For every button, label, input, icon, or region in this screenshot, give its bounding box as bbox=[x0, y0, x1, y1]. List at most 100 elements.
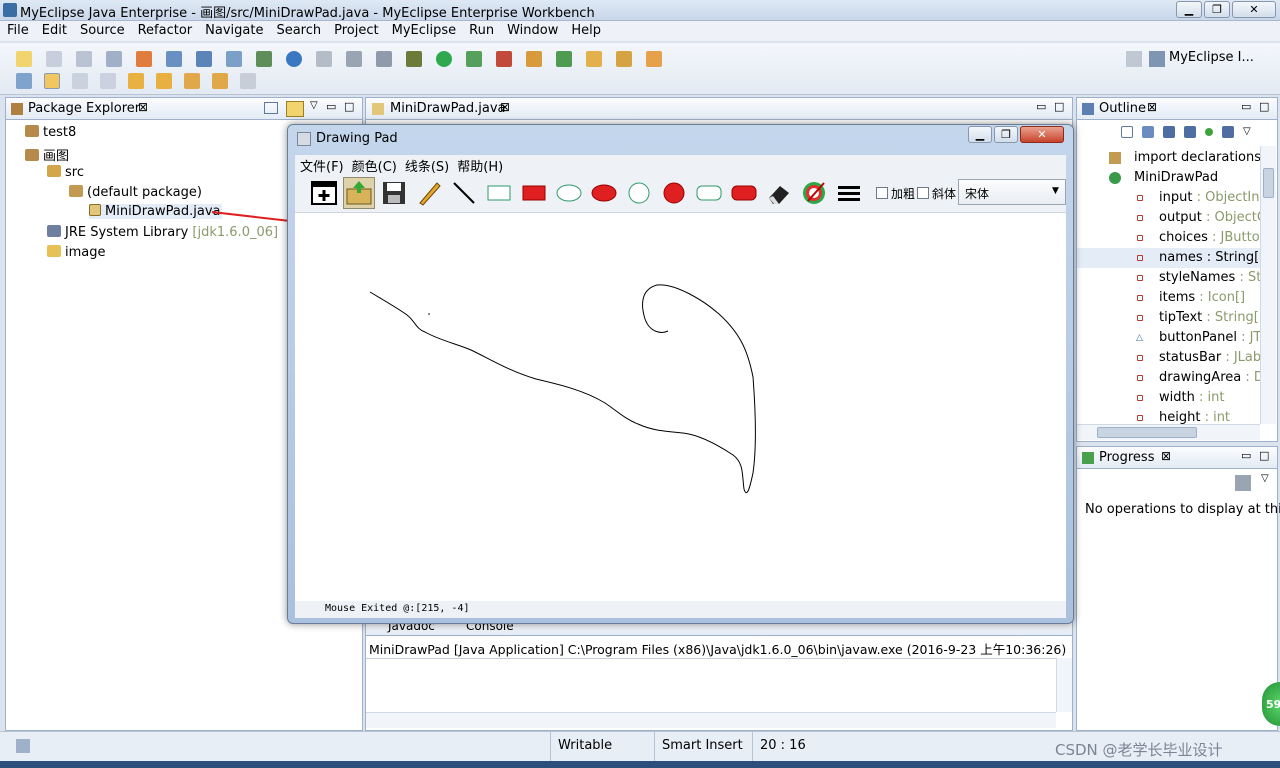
pencil-button[interactable] bbox=[413, 177, 445, 209]
perspective-label[interactable]: MyEclipse I... bbox=[1169, 50, 1254, 65]
open-file-button[interactable] bbox=[343, 177, 375, 209]
view-menu-icon[interactable]: ▽ bbox=[310, 100, 318, 111]
fast-view-icon[interactable] bbox=[16, 739, 30, 753]
prev-annotation-icon[interactable] bbox=[156, 73, 172, 89]
package-explorer-tab[interactable]: Package Explorer bbox=[28, 101, 140, 116]
link-editor-icon[interactable] bbox=[286, 101, 304, 117]
color-button[interactable] bbox=[798, 177, 830, 209]
close-tab-icon[interactable]: ⊠ bbox=[1147, 100, 1157, 114]
view-menu-icon[interactable]: ▽ bbox=[1243, 126, 1251, 142]
menu-project[interactable]: Project bbox=[327, 21, 384, 38]
collapse-all-icon[interactable] bbox=[264, 102, 278, 114]
scroll-thumb[interactable] bbox=[1263, 168, 1274, 198]
outline-hscrollbar[interactable] bbox=[1077, 424, 1260, 440]
editor-tab-minidrawpad[interactable]: MiniDrawPad.java bbox=[390, 101, 505, 116]
rect-button[interactable] bbox=[483, 177, 515, 209]
block-selection-icon[interactable] bbox=[72, 73, 88, 89]
web-icon[interactable] bbox=[196, 51, 212, 67]
tree-item-test8[interactable]: test8 bbox=[25, 125, 76, 140]
outline-vscrollbar[interactable] bbox=[1260, 146, 1276, 424]
open-perspective-icon[interactable] bbox=[1126, 51, 1142, 67]
minimize-view-icon[interactable]: ▭ bbox=[326, 100, 336, 113]
maximize-button[interactable]: ❐ bbox=[1204, 1, 1230, 18]
minimize-view-icon[interactable]: ▭ bbox=[1241, 100, 1251, 113]
hide-static-icon[interactable] bbox=[1184, 126, 1196, 138]
console-vscrollbar[interactable] bbox=[1056, 658, 1072, 712]
pin-editor-icon[interactable] bbox=[16, 73, 32, 89]
run-coverage-icon[interactable] bbox=[466, 51, 482, 67]
menu-refactor[interactable]: Refactor bbox=[131, 21, 199, 38]
minimize-view-icon[interactable]: ▭ bbox=[1036, 100, 1046, 113]
open-browser-icon[interactable] bbox=[166, 51, 182, 67]
print-icon[interactable] bbox=[106, 51, 122, 67]
minimize-view-icon[interactable]: ▭ bbox=[1241, 449, 1251, 462]
search-icon[interactable] bbox=[616, 51, 632, 67]
wizard-icon[interactable] bbox=[226, 51, 242, 67]
camera-icon[interactable] bbox=[376, 51, 392, 67]
pad-minimize-button[interactable]: ▁ bbox=[968, 126, 992, 143]
circle-button[interactable] bbox=[623, 177, 655, 209]
pad-maximize-button[interactable]: ❐ bbox=[994, 126, 1018, 143]
tree-item-image[interactable]: image bbox=[47, 245, 106, 260]
menu-source[interactable]: Source bbox=[73, 21, 131, 38]
line-button[interactable] bbox=[448, 177, 480, 209]
sort-icon[interactable] bbox=[1142, 126, 1154, 138]
tree-item-default-package[interactable]: (default package) bbox=[69, 185, 202, 200]
menu-run[interactable]: Run bbox=[462, 21, 500, 38]
filled-round-rect-button[interactable] bbox=[728, 177, 760, 209]
oval-button[interactable] bbox=[553, 177, 585, 209]
menu-myeclipse[interactable]: MyEclipse bbox=[385, 21, 463, 38]
explorer-icon[interactable] bbox=[346, 51, 362, 67]
drawing-canvas[interactable] bbox=[295, 213, 1066, 601]
minimize-button[interactable]: ▁ bbox=[1176, 1, 1202, 18]
close-tab-icon[interactable]: ⊠ bbox=[138, 100, 148, 114]
show-whitespace-icon[interactable] bbox=[100, 73, 116, 89]
globe-icon[interactable] bbox=[286, 51, 302, 67]
menu-edit[interactable]: Edit bbox=[35, 21, 73, 38]
hide-fields-icon[interactable] bbox=[1163, 126, 1175, 138]
menu-file[interactable]: File bbox=[0, 21, 35, 38]
forward-icon[interactable] bbox=[240, 73, 256, 89]
eraser-button[interactable] bbox=[763, 177, 795, 209]
maximize-view-icon[interactable]: □ bbox=[1259, 100, 1269, 113]
hide-local-types-icon[interactable] bbox=[1222, 126, 1234, 138]
new-java-project-icon[interactable] bbox=[526, 51, 542, 67]
run-icon[interactable] bbox=[436, 51, 452, 67]
new-file-button[interactable] bbox=[308, 177, 340, 209]
debug-icon[interactable] bbox=[406, 51, 422, 67]
round-rect-button[interactable] bbox=[693, 177, 725, 209]
close-tab-icon[interactable]: ⊠ bbox=[500, 100, 510, 114]
last-edit-icon[interactable] bbox=[184, 73, 200, 89]
back-icon[interactable] bbox=[212, 73, 228, 89]
close-button[interactable]: ✕ bbox=[1232, 1, 1276, 18]
pad-close-button[interactable]: ✕ bbox=[1020, 126, 1064, 143]
next-annotation-icon[interactable] bbox=[128, 73, 144, 89]
outline-item-selected[interactable]: names : String[] bbox=[1077, 248, 1260, 268]
close-tab-icon[interactable]: ⊠ bbox=[1161, 449, 1171, 463]
new-icon[interactable] bbox=[16, 51, 32, 67]
maximize-view-icon[interactable]: □ bbox=[344, 100, 354, 113]
tree-item-huatu[interactable]: 画图 bbox=[25, 145, 69, 164]
filled-rect-button[interactable] bbox=[518, 177, 550, 209]
console-hscrollbar[interactable] bbox=[366, 712, 1056, 728]
open-type-icon[interactable] bbox=[586, 51, 602, 67]
external-tools-icon[interactable] bbox=[496, 51, 512, 67]
menu-navigate[interactable]: Navigate bbox=[198, 21, 269, 38]
bold-checkbox[interactable] bbox=[876, 187, 888, 199]
mark-occurrences-icon[interactable] bbox=[44, 73, 60, 89]
italic-checkbox[interactable] bbox=[917, 187, 929, 199]
db-icon[interactable] bbox=[316, 51, 332, 67]
save-file-button[interactable] bbox=[378, 177, 410, 209]
open-task-icon[interactable] bbox=[646, 51, 662, 67]
new-server-icon[interactable] bbox=[136, 51, 152, 67]
stroke-button[interactable] bbox=[833, 177, 865, 209]
deploy-icon[interactable] bbox=[256, 51, 272, 67]
new-class-icon[interactable] bbox=[556, 51, 572, 67]
menu-window[interactable]: Window bbox=[500, 21, 564, 38]
tree-item-src[interactable]: src bbox=[47, 165, 84, 180]
menu-help[interactable]: Help bbox=[564, 21, 607, 38]
filled-circle-button[interactable] bbox=[658, 177, 690, 209]
remove-all-icon[interactable] bbox=[1235, 475, 1251, 491]
view-menu-icon[interactable]: ▽ bbox=[1261, 473, 1269, 484]
maximize-view-icon[interactable]: □ bbox=[1054, 100, 1064, 113]
